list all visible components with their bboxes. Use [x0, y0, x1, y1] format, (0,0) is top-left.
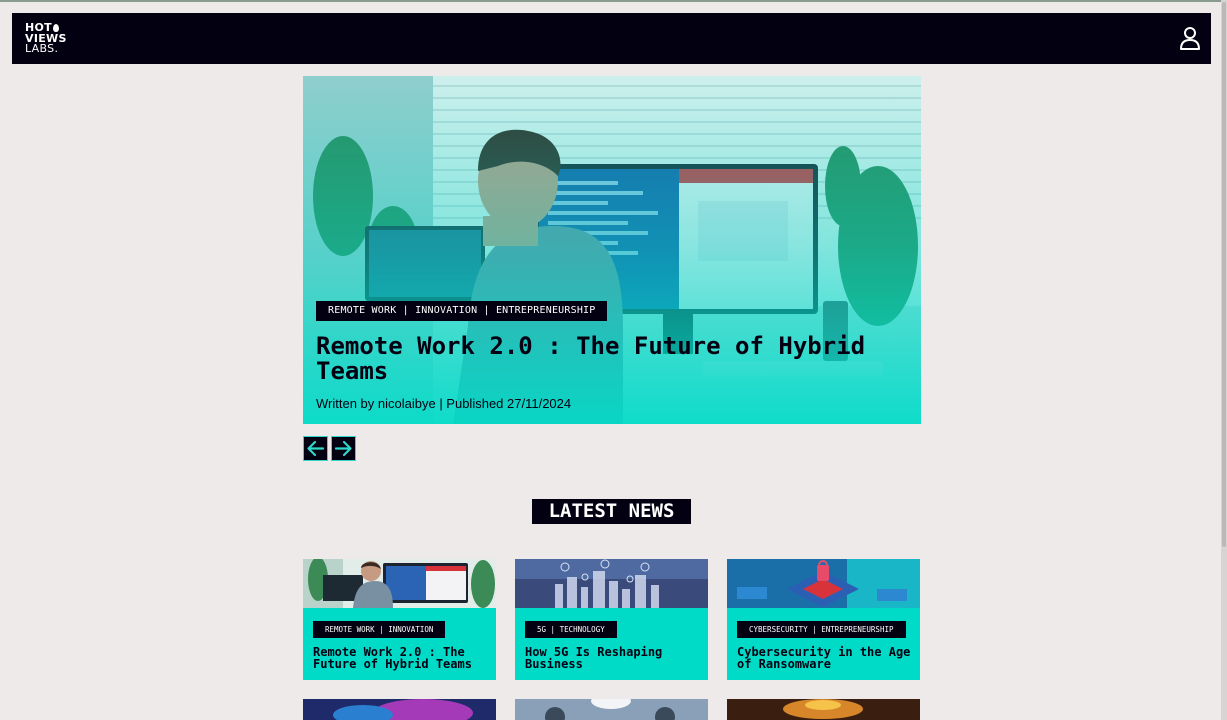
latest-news-heading: LATEST NEWS: [532, 499, 691, 524]
carousel-next-button[interactable]: [331, 436, 356, 461]
top-nav-bar: HOT VIEWS LABS.: [12, 13, 1211, 64]
arrow-left-icon: [307, 440, 325, 457]
card-title[interactable]: Cybersecurity in the Age of Ransomware: [737, 646, 915, 670]
card-title[interactable]: Remote Work 2.0 : The Future of Hybrid T…: [313, 646, 491, 670]
card-tag[interactable]: CYBERSECURITY | ENTREPRENEURSHIP: [737, 621, 906, 638]
hero-featured-article[interactable]: REMOTE WORK | INNOVATION | ENTREPRENEURS…: [303, 76, 921, 424]
card-image: [727, 559, 920, 608]
news-card[interactable]: CYBERSECURITY | ENTREPRENEURSHIP Cyberse…: [727, 559, 920, 680]
user-account-button[interactable]: [1179, 26, 1201, 50]
logo-line-3: LABS.: [25, 42, 59, 55]
news-card-partial[interactable]: [515, 699, 708, 720]
news-card[interactable]: REMOTE WORK | INNOVATION Remote Work 2.0…: [303, 559, 496, 680]
scrollbar-thumb[interactable]: [1222, 2, 1226, 547]
hero-category-tags[interactable]: REMOTE WORK | INNOVATION | ENTREPRENEURS…: [316, 301, 608, 321]
site-logo[interactable]: HOT VIEWS LABS.: [25, 22, 67, 55]
news-card[interactable]: 5G | TECHNOLOGY How 5G Is Reshaping Busi…: [515, 559, 708, 680]
card-image: [303, 559, 496, 608]
user-icon: [1180, 27, 1200, 50]
flame-icon: [52, 24, 59, 32]
carousel-prev-button[interactable]: [303, 436, 328, 461]
news-card-partial[interactable]: [727, 699, 920, 720]
arrow-right-icon: [334, 440, 352, 457]
card-title[interactable]: How 5G Is Reshaping Business: [525, 646, 703, 670]
card-tag[interactable]: 5G | TECHNOLOGY: [525, 621, 617, 638]
card-image: [515, 559, 708, 608]
news-card-partial[interactable]: [303, 699, 496, 720]
card-tag[interactable]: REMOTE WORK | INNOVATION: [313, 621, 446, 638]
hero-byline: Written by nicolaibye | Published 27/11/…: [316, 396, 572, 411]
hero-title[interactable]: Remote Work 2.0 : The Future of Hybrid T…: [316, 334, 916, 384]
page-scrollbar[interactable]: [1221, 0, 1227, 720]
top-border: [0, 0, 1227, 2]
